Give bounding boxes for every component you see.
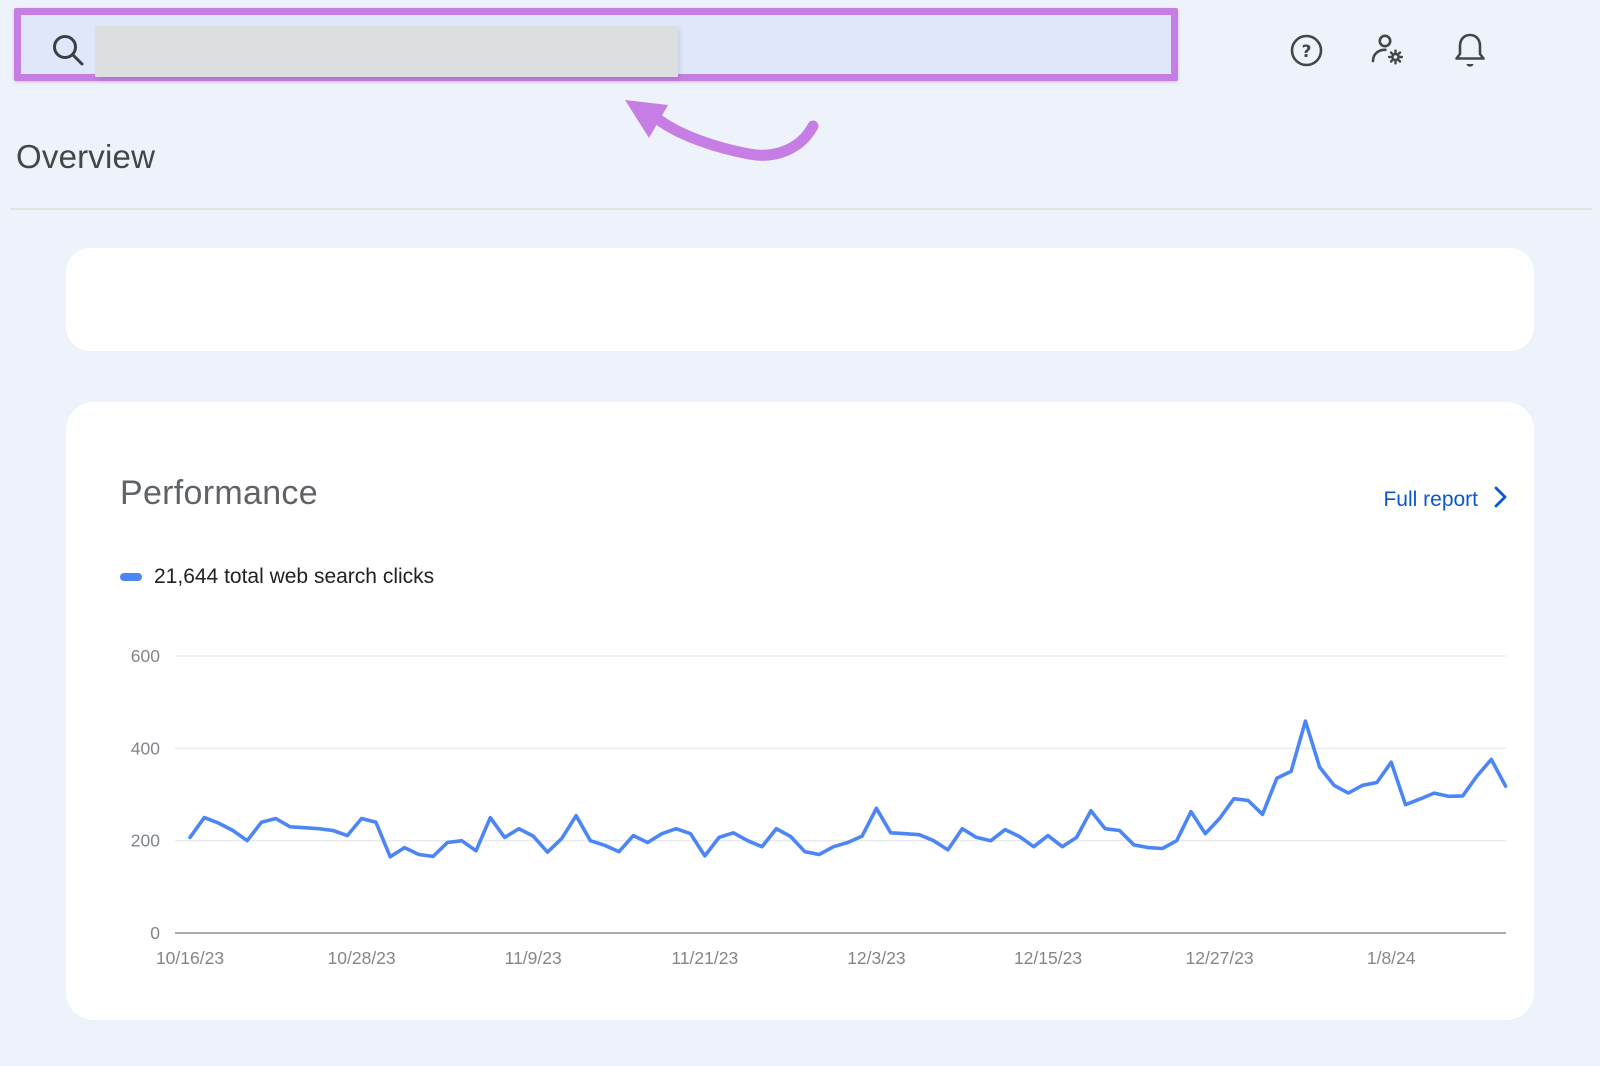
chart-legend: 21,644 total web search clicks [120,565,434,589]
search-input[interactable] [95,26,678,77]
x-axis-tick-label: 11/9/23 [505,948,562,968]
legend-label: 21,644 total web search clicks [154,565,434,589]
notifications-icon[interactable] [1450,30,1490,70]
x-axis-tick-label: 12/15/23 [1014,948,1082,968]
performance-title: Performance [120,474,318,513]
svg-text:?: ? [1301,42,1311,62]
annotation-arrow-icon [605,88,835,168]
x-axis-tick-label: 12/27/23 [1186,948,1254,968]
y-axis-tick-label: 600 [131,646,160,666]
x-axis-tick-label: 10/28/23 [328,948,396,968]
full-report-link[interactable]: Full report [1383,486,1508,514]
x-axis-tick-label: 1/8/24 [1367,948,1416,968]
x-axis-tick-label: 11/21/23 [671,948,738,968]
search-highlight-box [14,8,1178,81]
user-settings-icon[interactable] [1368,30,1408,70]
y-axis-tick-label: 0 [150,923,160,943]
full-report-label: Full report [1383,488,1478,512]
chevron-right-icon [1494,486,1508,514]
x-axis-tick-label: 12/3/23 [847,948,905,968]
help-icon[interactable]: ? [1286,30,1326,70]
performance-line-chart[interactable]: 0 200 400 600 10/16/23 10/28/23 11/9/23 11/21/2… [66,612,1534,1012]
page-title: Overview [16,138,155,176]
clicks-series-line [190,721,1506,857]
insights-banner-card: Site analytics for content creators Sear… [66,248,1534,351]
search-console-overview-page: ? [0,0,1600,1066]
topbar-actions: ? [1286,30,1490,70]
legend-dash-icon [120,573,142,581]
x-axis-tick-label: 10/16/23 [156,948,224,968]
y-axis-tick-label: 200 [131,831,160,851]
y-axis-tick-label: 400 [131,738,160,758]
header-divider [10,208,1592,210]
search-icon [48,30,90,77]
performance-card: Performance Full report 21,644 total web… [66,402,1534,1020]
